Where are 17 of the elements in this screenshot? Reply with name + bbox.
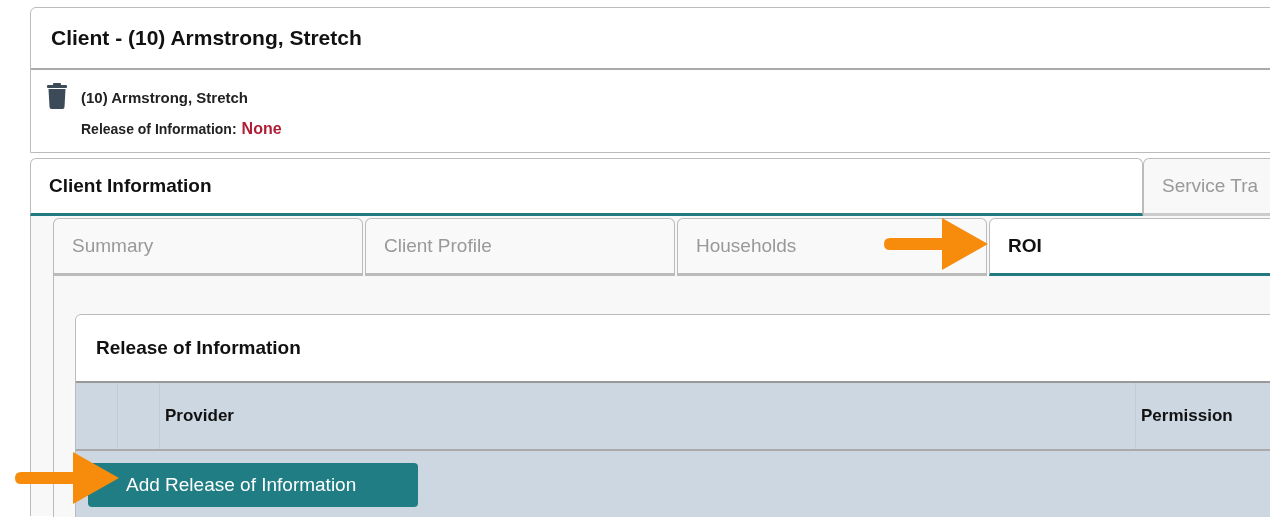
roi-label: Release of Information: (81, 121, 237, 137)
tab[interactable]: Client Profile (365, 218, 675, 276)
tab[interactable]: Households (677, 218, 987, 276)
section-title: Release of Information (96, 337, 301, 359)
arrow-icon (884, 218, 988, 270)
add-button[interactable]: Add Release of Information (88, 463, 418, 507)
client-name: (10) Armstrong, Stretch (81, 89, 249, 106)
roi-status: None (241, 120, 282, 138)
tab[interactable]: Service Tra (1143, 158, 1270, 216)
arrow-icon (15, 452, 119, 504)
column-header: Provider (165, 406, 234, 426)
trash-icon[interactable] (47, 83, 67, 109)
tab[interactable]: ROI (989, 218, 1270, 276)
tab[interactable]: Summary (53, 218, 363, 276)
tab[interactable]: Client Information (30, 158, 1143, 216)
column-header: Permission (1141, 406, 1233, 426)
page-title: Client - (10) Armstrong, Stretch (51, 26, 362, 50)
